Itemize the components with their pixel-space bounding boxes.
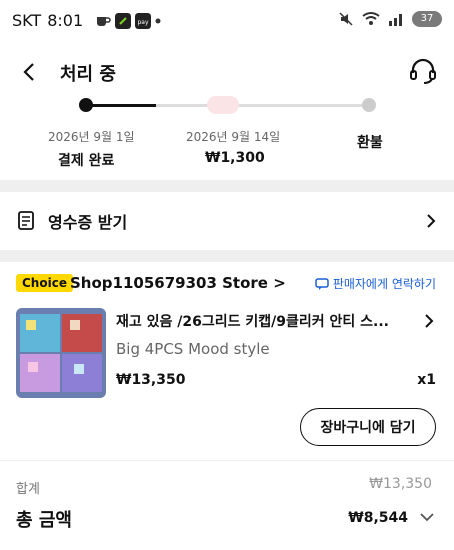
app-notification-icon bbox=[115, 12, 132, 29]
divider bbox=[0, 460, 454, 461]
receipt-icon bbox=[18, 211, 34, 230]
wifi-icon bbox=[362, 12, 380, 25]
pay-icon: pay bbox=[135, 12, 152, 29]
product-image[interactable] bbox=[16, 308, 106, 398]
total-value[interactable]: ₩8,544 bbox=[348, 510, 408, 526]
page-title: 처리 중 bbox=[60, 64, 116, 85]
product-quantity: x1 bbox=[417, 372, 436, 388]
coffee-icon bbox=[97, 16, 111, 26]
order-header: 처리 중 2026년 9월 1일 결제 완료 2026년 9월 14일 ₩1,3… bbox=[0, 40, 454, 180]
subtotal-label: 합계 bbox=[16, 482, 40, 497]
mute-icon bbox=[339, 12, 353, 26]
svg-text:pay: pay bbox=[138, 19, 149, 26]
product-price: ₩13,350 bbox=[116, 372, 186, 388]
notification-icons: pay bbox=[95, 12, 161, 29]
total-label: 총 금액 bbox=[16, 510, 72, 531]
contact-seller-label: 판매자에게 연락하기 bbox=[332, 277, 436, 291]
headset-support-icon[interactable] bbox=[408, 56, 438, 86]
chevron-right-icon bbox=[427, 214, 436, 228]
step-dot-refund-amount bbox=[207, 96, 239, 114]
product-title[interactable]: 재고 있음 /26그리드 키캡/9클리커 안티 스... bbox=[116, 311, 406, 331]
step-label-paid: 결제 완료 bbox=[58, 153, 115, 169]
status-left: SKT 8:01 pay bbox=[12, 11, 161, 30]
battery-indicator: 37 bbox=[412, 11, 442, 27]
contact-seller-link[interactable]: 판매자에게 연락하기 bbox=[315, 275, 436, 292]
store-link[interactable]: Shop1105679303 Store > bbox=[70, 274, 286, 292]
step-date-paid: 2026년 9월 1일 bbox=[48, 130, 135, 144]
step-dot-refund bbox=[362, 98, 376, 112]
signal-icon bbox=[389, 14, 402, 26]
step-dot-paid bbox=[79, 98, 93, 112]
choice-badge: Choice bbox=[16, 274, 73, 292]
chat-icon bbox=[315, 277, 329, 290]
carrier: SKT bbox=[12, 11, 42, 30]
step-label-refund-amount: ₩1,300 bbox=[205, 150, 265, 166]
receipt-row[interactable]: 영수증 받기 bbox=[0, 192, 454, 250]
back-arrow-icon[interactable] bbox=[18, 60, 42, 84]
progress-fill bbox=[85, 104, 157, 107]
keycap-photo bbox=[16, 308, 106, 398]
subtotal-value: ₩13,350 bbox=[369, 476, 432, 492]
step-date-refund-amount: 2026년 9월 14일 bbox=[186, 130, 281, 144]
refund-progress-bar bbox=[79, 96, 376, 114]
chevron-right-icon[interactable] bbox=[422, 314, 436, 328]
status-right: 37 bbox=[338, 11, 442, 27]
order-card: Choice Shop1105679303 Store > 판매자에게 연락하기… bbox=[0, 262, 454, 550]
product-variant: Big 4PCS Mood style bbox=[116, 340, 270, 358]
dot-icon bbox=[155, 18, 161, 23]
clock: 8:01 bbox=[47, 11, 84, 30]
status-bar: SKT 8:01 pay 37 bbox=[0, 0, 454, 40]
add-to-cart-button[interactable]: 장바구니에 담기 bbox=[300, 408, 436, 446]
chevron-down-icon[interactable] bbox=[420, 510, 434, 524]
receipt-label: 영수증 받기 bbox=[48, 213, 128, 232]
step-label-refund: 환불 bbox=[357, 135, 383, 151]
